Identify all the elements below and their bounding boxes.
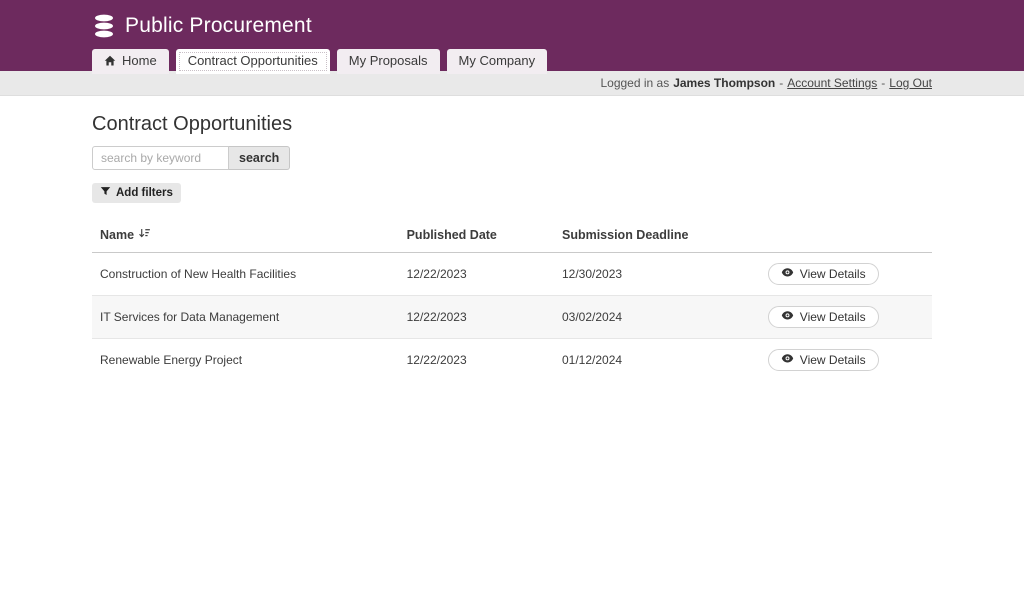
opportunity-name: Construction of New Health Facilities bbox=[100, 267, 297, 281]
eye-icon bbox=[781, 353, 794, 367]
page-title: Contract Opportunities bbox=[92, 113, 293, 135]
published-date: 12/22/2023 bbox=[406, 267, 467, 281]
tab-contract-opportunities[interactable]: Contract Opportunities bbox=[175, 49, 330, 74]
app-header: Public Procurement Home Contract Opportu… bbox=[0, 0, 1024, 74]
opportunity-name: Renewable Energy Project bbox=[100, 353, 243, 367]
column-header-published: Published Date bbox=[398, 218, 554, 253]
eye-icon bbox=[781, 310, 794, 324]
add-filters-button[interactable]: Add filters bbox=[92, 183, 181, 203]
tab-home[interactable]: Home bbox=[92, 49, 169, 74]
published-date: 12/22/2023 bbox=[406, 353, 467, 367]
column-header-actions bbox=[759, 218, 932, 253]
submission-deadline: 03/02/2024 bbox=[561, 310, 623, 324]
view-details-label: View Details bbox=[799, 267, 866, 281]
tab-my-company[interactable]: My Company bbox=[446, 49, 548, 74]
search-button[interactable]: search bbox=[229, 146, 291, 170]
eye-icon bbox=[781, 267, 794, 281]
view-details-label: View Details bbox=[799, 310, 866, 324]
home-icon bbox=[104, 55, 116, 67]
table-row: Renewable Energy Project 12/22/2023 01/1… bbox=[92, 339, 932, 382]
tab-label: Contract Opportunities bbox=[187, 53, 318, 68]
database-icon bbox=[92, 13, 116, 39]
table-row: Construction of New Health Facilities 12… bbox=[92, 253, 932, 296]
app-title: Public Procurement bbox=[125, 14, 312, 37]
submission-deadline: 01/12/2024 bbox=[561, 353, 623, 367]
main-content: Contract Opportunities search Add filter… bbox=[92, 96, 932, 381]
published-date: 12/22/2023 bbox=[406, 310, 467, 324]
logged-in-label: Logged in as bbox=[600, 76, 670, 90]
tab-label: Home bbox=[122, 53, 157, 68]
user-bar: Logged in as James Thompson - Account Se… bbox=[0, 71, 1024, 96]
add-filters-label: Add filters bbox=[116, 187, 173, 199]
opportunity-name: IT Services for Data Management bbox=[100, 310, 280, 324]
separator: - bbox=[779, 76, 784, 90]
tab-label: My Proposals bbox=[348, 53, 428, 68]
view-details-button[interactable]: View Details bbox=[767, 263, 879, 285]
view-details-label: View Details bbox=[799, 353, 866, 367]
account-settings-link[interactable]: Account Settings bbox=[787, 76, 877, 90]
search-bar: search bbox=[92, 146, 932, 170]
column-header-deadline: Submission Deadline bbox=[553, 218, 760, 253]
name-column-label: Name bbox=[100, 228, 135, 242]
tab-my-proposals[interactable]: My Proposals bbox=[336, 49, 440, 74]
view-details-button[interactable]: View Details bbox=[767, 306, 879, 328]
search-input[interactable] bbox=[92, 146, 229, 170]
main-nav: Home Contract Opportunities My Proposals… bbox=[92, 49, 932, 74]
brand: Public Procurement bbox=[92, 13, 932, 39]
opportunities-table: Name Published Date Submission Deadline … bbox=[92, 218, 932, 381]
table-header-row: Name Published Date Submission Deadline bbox=[92, 218, 932, 253]
filter-funnel-icon bbox=[100, 186, 111, 200]
view-details-button[interactable]: View Details bbox=[767, 349, 879, 371]
sort-amount-icon bbox=[138, 227, 151, 243]
tab-label: My Company bbox=[458, 53, 536, 68]
filters-row: Add filters bbox=[92, 183, 932, 203]
table-row: IT Services for Data Management 12/22/20… bbox=[92, 295, 932, 339]
separator: - bbox=[881, 76, 886, 90]
username: James Thompson bbox=[673, 76, 776, 90]
logout-link[interactable]: Log Out bbox=[889, 76, 932, 90]
submission-deadline: 12/30/2023 bbox=[561, 267, 623, 281]
column-header-name[interactable]: Name bbox=[100, 227, 151, 243]
